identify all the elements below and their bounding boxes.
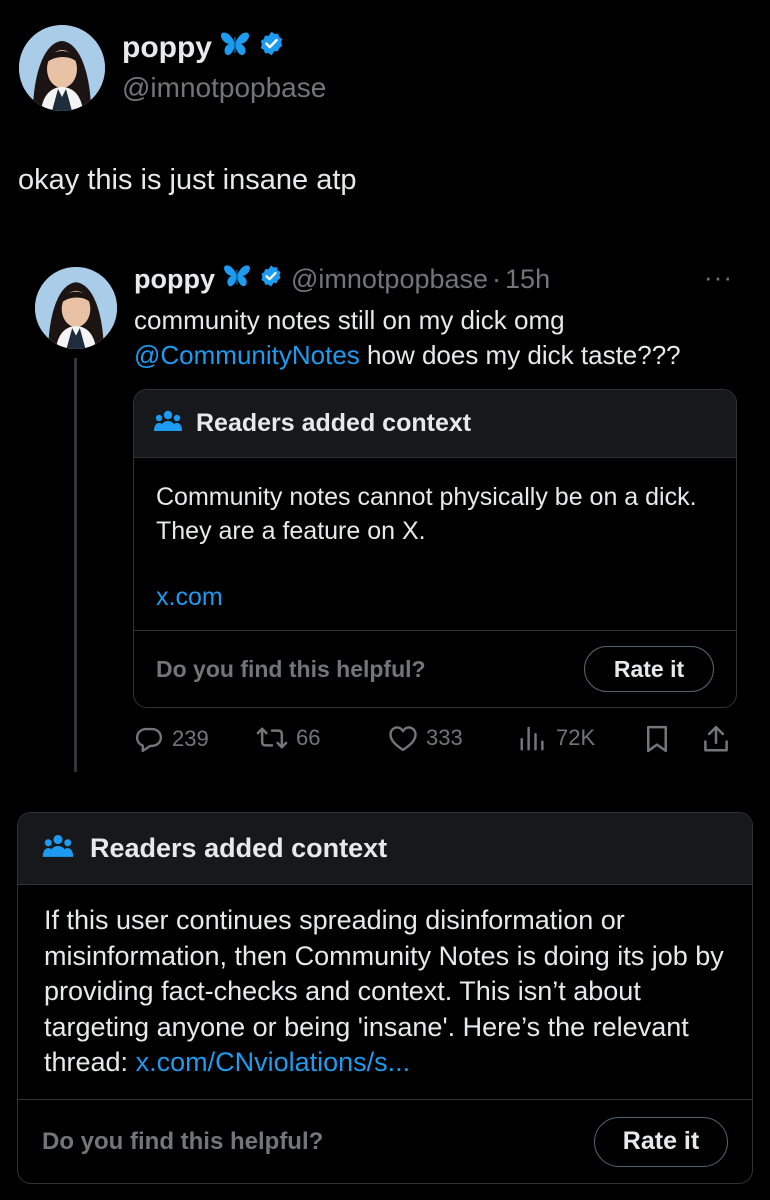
repost-count: 66 xyxy=(296,725,321,750)
quoted-header: poppy @imnotpopbase · 15h xyxy=(134,264,550,295)
helpful-prompt: Do you find this helpful? xyxy=(42,1127,324,1155)
more-options-icon[interactable]: ··· xyxy=(704,262,733,293)
post-text: okay this is just insane atp xyxy=(18,164,357,196)
note-thread-link[interactable]: x.com/CNviolations/s... xyxy=(136,1047,411,1077)
helpful-prompt: Do you find this helpful? xyxy=(156,655,426,682)
quoted-text: community notes still on my dick omg @Co… xyxy=(134,303,744,373)
note-footer: Do you find this helpful? Rate it xyxy=(18,1099,752,1183)
butterfly-icon xyxy=(220,31,250,65)
verified-badge-icon xyxy=(258,30,285,65)
reply-count: 239 xyxy=(172,726,209,751)
rate-it-button[interactable]: Rate it xyxy=(594,1116,728,1167)
reply-icon xyxy=(134,724,164,754)
note-body: Community notes cannot physically be on … xyxy=(134,458,736,630)
note-source-link[interactable]: x.com xyxy=(156,580,714,614)
note-body: If this user continues spreading disinfo… xyxy=(18,885,752,1099)
author-avatar[interactable] xyxy=(19,25,105,111)
heart-icon xyxy=(388,724,418,752)
note-header: Readers added context xyxy=(134,390,736,458)
action-bar: 239 66 333 72K xyxy=(134,724,734,758)
quoted-author-avatar[interactable] xyxy=(35,267,117,349)
bookmark-button[interactable] xyxy=(644,724,670,754)
share-button[interactable] xyxy=(702,724,730,754)
quoted-author-handle[interactable]: @imnotpopbase · 15h xyxy=(291,264,550,295)
note-text: Community notes cannot physically be on … xyxy=(156,483,697,545)
quoted-text-rest: how does my dick taste??? xyxy=(359,340,681,370)
people-icon xyxy=(42,833,74,864)
bookmark-icon xyxy=(644,724,670,754)
quoted-author-name[interactable]: poppy xyxy=(134,264,215,295)
repost-icon xyxy=(256,724,288,752)
butterfly-icon xyxy=(223,264,251,295)
share-icon xyxy=(702,724,730,754)
quoted-timestamp: 15h xyxy=(505,264,551,294)
like-button[interactable]: 333 xyxy=(388,724,463,752)
repost-button[interactable]: 66 xyxy=(256,724,320,752)
note-header: Readers added context xyxy=(18,813,752,885)
like-count: 333 xyxy=(426,725,463,750)
analytics-icon xyxy=(518,724,548,752)
people-icon xyxy=(154,409,182,438)
community-note: Readers added context If this user conti… xyxy=(17,812,753,1184)
note-title: Readers added context xyxy=(90,833,388,863)
note-footer: Do you find this helpful? Rate it xyxy=(134,630,736,707)
mention-link[interactable]: @CommunityNotes xyxy=(134,340,360,370)
views-button[interactable]: 72K xyxy=(518,724,595,752)
rate-it-button[interactable]: Rate it xyxy=(584,646,714,692)
author-name-row: poppy xyxy=(122,30,285,65)
thread-line xyxy=(74,358,77,772)
note-title: Readers added context xyxy=(196,409,472,437)
views-count: 72K xyxy=(556,725,596,750)
quoted-text-line: community notes still on my dick omg xyxy=(134,305,565,335)
quoted-community-note: Readers added context Community notes ca… xyxy=(133,389,737,708)
author-name[interactable]: poppy xyxy=(122,31,212,65)
reply-button[interactable]: 239 xyxy=(134,724,209,754)
author-handle[interactable]: @imnotpopbase xyxy=(122,72,326,104)
verified-badge-icon xyxy=(259,264,283,295)
